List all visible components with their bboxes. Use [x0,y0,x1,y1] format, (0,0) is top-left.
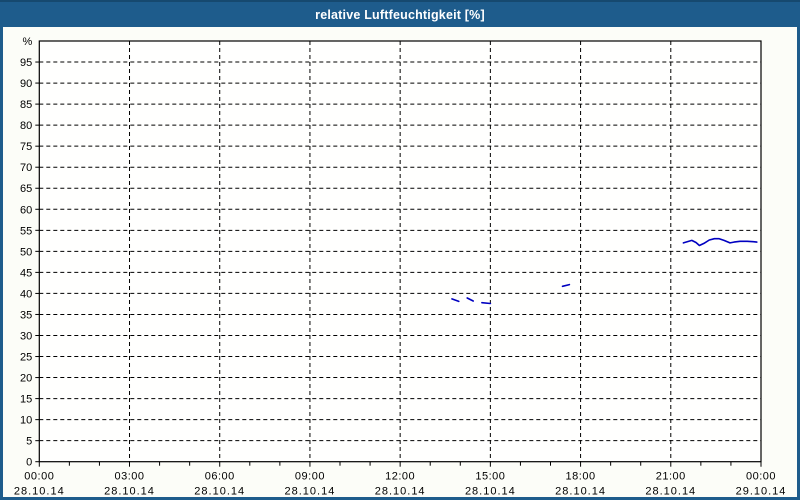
y-tick-label: 25 [20,352,32,364]
y-tick-label: 95 [20,57,32,69]
x-tick-date-label: 28.10.14 [465,486,516,498]
chart-window: relative Luftfeuchtigkeit [%] 0 5 10 15 20 25… [0,0,800,500]
x-tick-date-label: 28.10.14 [14,486,65,498]
x-tick-date-label: 28.10.14 [194,486,245,498]
x-tick-date-label: 28.10.14 [285,486,336,498]
x-tick-date-label: 28.10.14 [375,486,426,498]
x-tick-date-label: 28.10.14 [104,486,155,498]
window-title-bar: relative Luftfeuchtigkeit [%] [0,0,800,27]
y-tick-label: 85 [20,99,32,111]
y-tick-label: 55 [20,225,32,237]
x-tick-time-label: 00:00 [746,471,776,483]
y-tick-label: 0 [26,457,32,469]
x-tick-time-label: 18:00 [566,471,596,483]
x-tick-date-label: 28.10.14 [555,486,606,498]
x-tick-time-label: 06:00 [205,471,235,483]
y-tick-label: 30 [20,330,32,342]
x-tick-time-label: 12:00 [385,471,415,483]
y-tick-label: 65 [20,183,32,195]
window-title: relative Luftfeuchtigkeit [%] [315,8,485,22]
x-tick-date-label: 28.10.14 [645,486,696,498]
y-tick-label: 90 [20,78,32,90]
x-tick-time-label: 15:00 [475,471,505,483]
y-tick-label: 45 [20,267,32,279]
humidity-series-segment [482,303,491,304]
y-tick-label: 50 [20,246,32,258]
y-tick-label: 5 [26,436,32,448]
y-axis-unit-label: % [23,36,33,48]
x-tick-date-label: 29.10.14 [736,486,787,498]
y-tick-label: 70 [20,162,32,174]
y-tick-label: 40 [20,288,32,300]
x-tick-time-label: 09:00 [295,471,325,483]
y-tick-label: 80 [20,120,32,132]
humidity-line-chart: 0 5 10 15 20 25 30 35 40 45 50 55 60 65 70 75 80 85 90 95% 0… [0,27,800,500]
y-tick-label: 75 [20,141,32,153]
y-tick-label: 10 [20,415,32,427]
y-tick-label: 20 [20,373,32,385]
x-tick-time-label: 00:00 [24,471,54,483]
x-tick-time-label: 03:00 [114,471,144,483]
x-tick-time-label: 21:00 [656,471,686,483]
y-tick-label: 15 [20,394,32,406]
y-tick-label: 35 [20,309,32,321]
y-tick-label: 60 [20,204,32,216]
